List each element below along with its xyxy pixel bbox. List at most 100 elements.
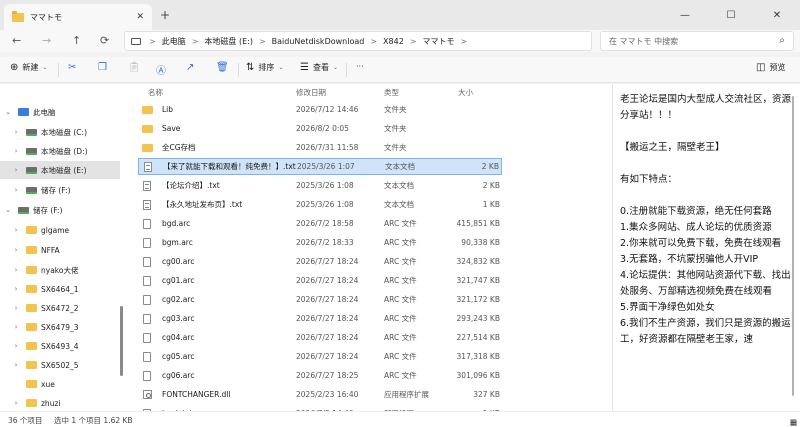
sidebar-item-folder[interactable]: › zhuzi xyxy=(0,394,120,411)
file-type: ARC 文件 xyxy=(384,314,417,323)
file-row[interactable]: cg03.arc 2026/7/27 18:24 ARC 文件 293,243 KB xyxy=(138,310,502,327)
chevron-right-icon[interactable]: › xyxy=(12,361,20,369)
copy-icon: ❐ xyxy=(98,62,107,73)
sidebar-item-drive-f[interactable]: › 储存 (F:) xyxy=(0,181,120,199)
chevron-right-icon[interactable]: › xyxy=(12,166,20,174)
preview-line: 【搬运之王，隔壁老王】 xyxy=(620,142,725,153)
file-row[interactable]: 全CG存档 2026/7/31 11:58 文件夹 xyxy=(138,139,502,156)
file-icon xyxy=(143,237,151,248)
search-input[interactable]: 在 ママトモ 中搜索 ⌕ xyxy=(600,31,794,51)
chevron-right-icon[interactable]: › xyxy=(12,128,20,136)
chevron-right-icon[interactable]: › xyxy=(12,186,20,194)
sidebar-scrollbar[interactable] xyxy=(120,306,123,376)
file-date: 2026/8/2 0:05 xyxy=(296,124,349,133)
file-row[interactable]: Save 2026/8/2 0:05 文件夹 xyxy=(138,120,502,137)
chevron-right-icon[interactable]: › xyxy=(12,285,20,293)
chevron-right-icon[interactable]: › xyxy=(12,304,20,312)
sidebar-item-folder[interactable]: › SX6472_2 xyxy=(0,299,120,317)
column-header-type[interactable]: 类型 xyxy=(384,87,399,98)
refresh-icon[interactable]: ⟳ xyxy=(100,34,109,47)
sidebar-item-folder[interactable]: › SX6464_1 xyxy=(0,280,120,298)
file-name: cg03.arc xyxy=(162,314,195,323)
pane-divider[interactable] xyxy=(612,84,613,411)
tab-close-icon[interactable]: ✕ xyxy=(136,12,144,22)
preview-scrollbar[interactable] xyxy=(792,96,794,396)
back-icon[interactable]: ← xyxy=(12,34,21,47)
breadcrumb-item[interactable]: X842 xyxy=(383,37,404,46)
sidebar-item-drive-c[interactable]: › 本地磁盘 (C:) xyxy=(0,123,120,141)
file-row[interactable]: FONTCHANGER.dll 2025/2/23 16:40 应用程序扩展 327 … xyxy=(138,386,502,403)
breadcrumb-item[interactable]: BaiduNetdiskDownload xyxy=(272,37,365,46)
tab-mamatomo[interactable]: ママトモ ✕ xyxy=(4,4,152,30)
sidebar-item-folder[interactable]: › SX6493_4 xyxy=(0,337,120,355)
sidebar-item-label: SX6464_1 xyxy=(41,284,79,294)
sort-icon: ⇅ xyxy=(246,62,255,73)
sort-button[interactable]: ⇅ 排序 ⌄ xyxy=(246,62,283,73)
forward-icon[interactable]: → xyxy=(42,34,51,47)
file-row[interactable]: bgd.arc 2026/7/2 18:58 ARC 文件 415,851 KB xyxy=(138,215,502,232)
sidebar-item-folder[interactable]: › glgame xyxy=(0,221,120,239)
chevron-right-icon[interactable]: › xyxy=(12,226,20,234)
paste-button[interactable]: 📋︎ xyxy=(128,62,145,73)
sidebar-item-this-pc[interactable]: ⌄ 此电脑 xyxy=(0,103,120,121)
share-button[interactable]: ↗ xyxy=(186,62,198,73)
file-row[interactable]: cg02.arc 2026/7/27 18:24 ARC 文件 321,172 KB xyxy=(138,291,502,308)
file-row[interactable]: bgm.arc 2026/7/2 18:33 ARC 文件 90,338 KB xyxy=(138,234,502,251)
breadcrumb-item[interactable]: ママトモ xyxy=(422,36,454,47)
cut-button[interactable]: ✂ xyxy=(68,62,80,73)
up-icon[interactable]: ↑ xyxy=(72,34,81,47)
rename-icon: Ⓐ xyxy=(156,66,166,77)
chevron-right-icon[interactable]: › xyxy=(12,246,20,254)
copy-button[interactable]: ❐ xyxy=(98,62,111,73)
preview-line: 3.无套路，不坑蒙拐骗他人开VIP xyxy=(620,254,759,265)
maximize-button[interactable]: ☐ xyxy=(708,0,754,30)
address-bar[interactable]: > 此电脑 > 本地磁盘 (E:) > BaiduNetdiskDownload… xyxy=(124,31,592,51)
sidebar-item-folder[interactable]: xue xyxy=(0,375,120,393)
chevron-right-icon[interactable]: › xyxy=(12,266,20,274)
sidebar-item-label: SX6493_4 xyxy=(41,341,79,351)
rename-button[interactable]: Ⓐ xyxy=(156,62,170,77)
column-header-name[interactable]: 名称 xyxy=(148,87,163,98)
sidebar-item-storage-f[interactable]: ⌄ 储存 (F:) xyxy=(0,201,120,219)
delete-button[interactable]: 🗑︎ xyxy=(216,62,233,73)
chevron-right-icon[interactable]: › xyxy=(12,147,20,155)
file-date: 2025/3/26 1:07 xyxy=(297,162,355,171)
preview-button[interactable]: ◫ 预览 xyxy=(756,62,785,73)
file-row[interactable]: cg00.arc 2026/7/27 18:24 ARC 文件 324,832 KB xyxy=(138,253,502,270)
drive-icon xyxy=(26,128,37,136)
column-header-size[interactable]: 大小 xyxy=(458,87,473,98)
file-row[interactable]: 【来了就能下载和观看！纯免费！】.txt 2025/3/26 1:07 文本文档 2 … xyxy=(138,158,502,175)
file-name: cg01.arc xyxy=(162,276,195,285)
sidebar-item-folder[interactable]: › NFFA xyxy=(0,241,120,259)
new-tab-button[interactable]: + xyxy=(160,8,170,22)
file-row[interactable]: cg04.arc 2026/7/27 18:24 ARC 文件 227,514 KB xyxy=(138,329,502,346)
tiles-view-icon[interactable]: ▦ xyxy=(790,418,797,427)
sidebar-item-label: SX6479_3 xyxy=(41,322,79,332)
sidebar-item-folder[interactable]: › nyako大佬 xyxy=(0,261,120,279)
sidebar-item-drive-e[interactable]: › 本地磁盘 (E:) xyxy=(0,161,120,179)
chevron-right-icon[interactable]: › xyxy=(12,399,20,407)
window-close-button[interactable]: ✕ xyxy=(754,0,800,30)
new-button[interactable]: ⊕ 新建 ⌄ xyxy=(10,62,47,73)
file-row[interactable]: cg05.arc 2026/7/27 18:24 ARC 文件 317,318 KB xyxy=(138,348,502,365)
sidebar-item-drive-d[interactable]: › 本地磁盘 (D:) xyxy=(0,142,120,160)
more-button[interactable]: ··· xyxy=(356,62,364,71)
file-size: 321,172 KB xyxy=(456,295,500,304)
chevron-down-icon[interactable]: ⌄ xyxy=(4,108,12,116)
file-name: bgm.arc xyxy=(162,238,193,247)
chevron-down-icon[interactable]: ⌄ xyxy=(4,206,12,214)
file-row[interactable]: 【永久地址发布页】.txt 2025/3/26 1:08 文本文档 1 KB xyxy=(138,196,502,213)
file-row[interactable]: Lib 2026/7/12 14:46 文件夹 xyxy=(138,101,502,118)
chevron-right-icon[interactable]: › xyxy=(12,323,20,331)
breadcrumb-item[interactable]: 此电脑 xyxy=(162,36,186,47)
file-row[interactable]: cg01.arc 2026/7/27 18:24 ARC 文件 321,747 KB xyxy=(138,272,502,289)
file-row[interactable]: cg06.arc 2026/7/27 18:25 ARC 文件 301,096 KB xyxy=(138,367,502,384)
chevron-right-icon[interactable]: › xyxy=(12,342,20,350)
view-button[interactable]: ☰ 查看 ⌄ xyxy=(300,62,338,73)
breadcrumb-item[interactable]: 本地磁盘 (E:) xyxy=(204,36,253,47)
column-header-date[interactable]: 修改日期 xyxy=(296,87,326,98)
sidebar-item-folder[interactable]: › SX6502_5 xyxy=(0,356,120,374)
sidebar-item-folder[interactable]: › SX6479_3 xyxy=(0,318,120,336)
minimize-button[interactable]: — xyxy=(662,0,708,30)
file-row[interactable]: 【论坛介绍】.txt 2025/3/26 1:08 文本文档 2 KB xyxy=(138,177,502,194)
